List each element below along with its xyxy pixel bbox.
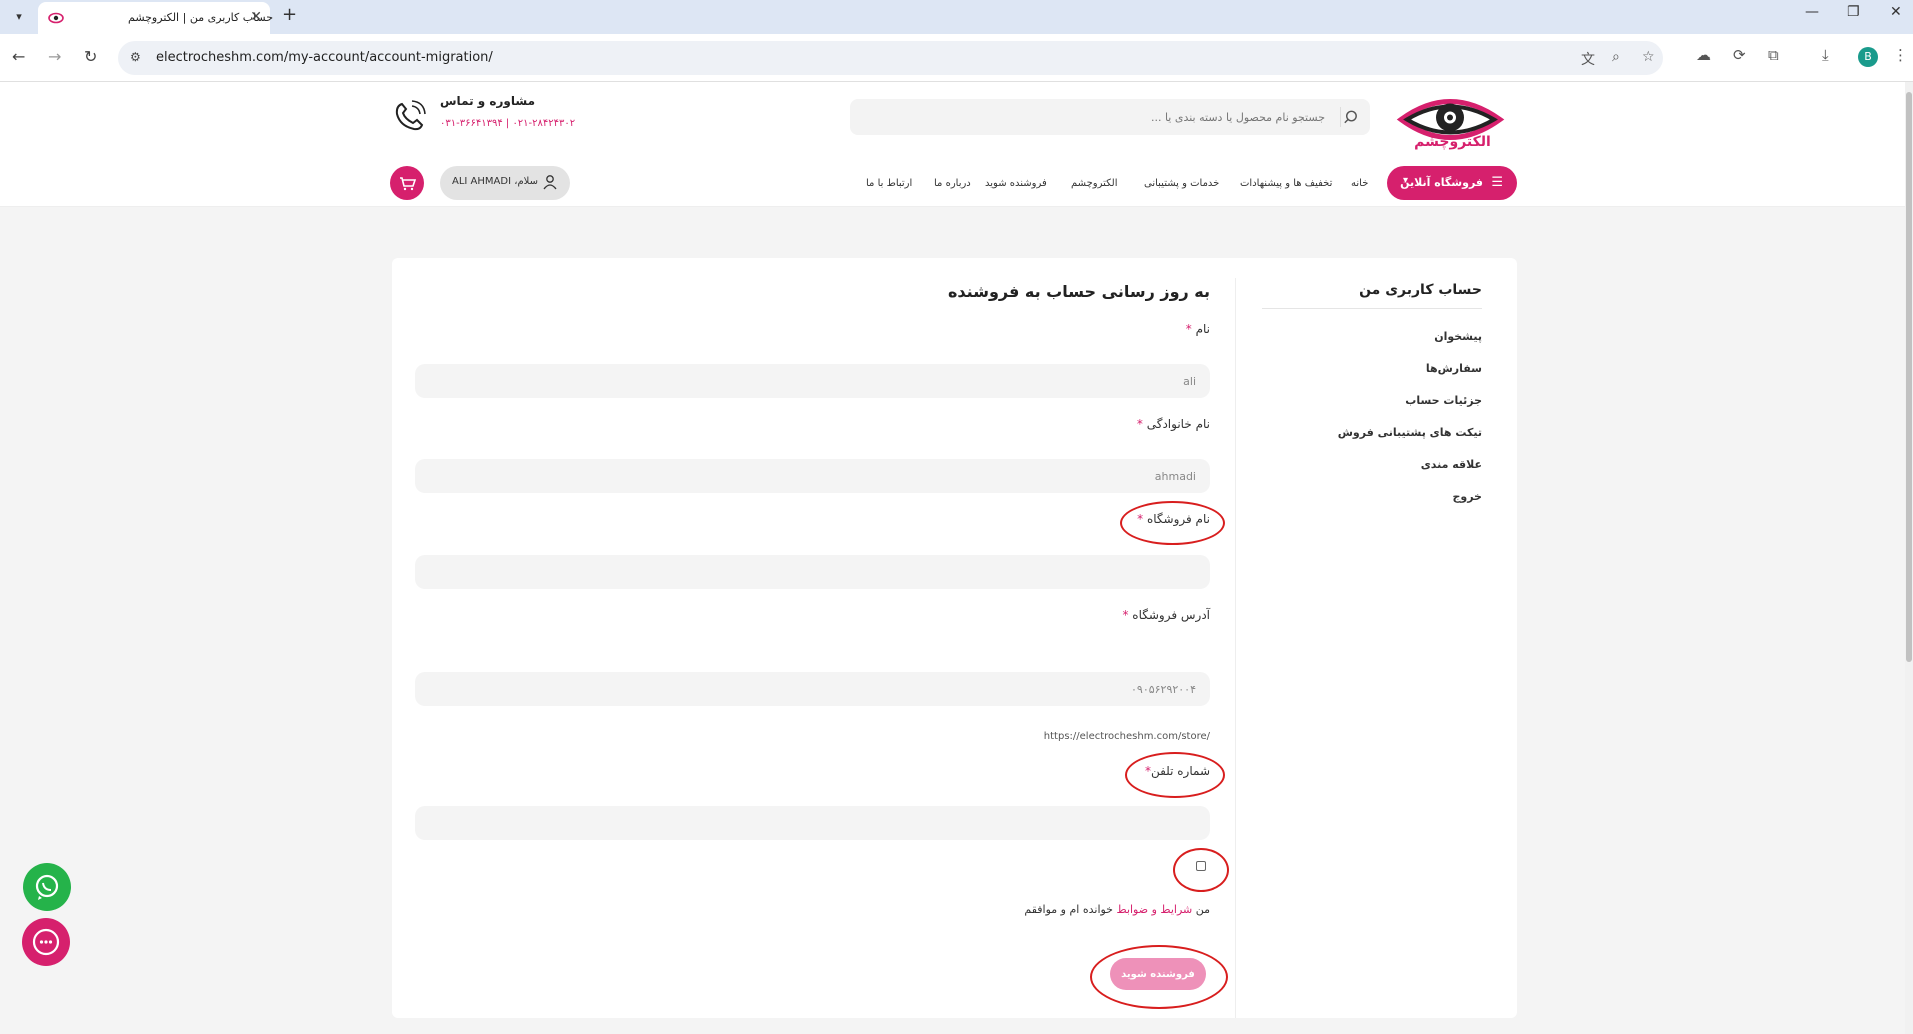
first-name-field[interactable]: [415, 364, 1210, 398]
extension-cloud-icon[interactable]: ☁: [1696, 46, 1711, 64]
logo-text: الکتروچشم: [1414, 134, 1491, 150]
download-icon[interactable]: ⤓: [1822, 46, 1829, 64]
nav-contact[interactable]: ارتباط با ما: [866, 178, 912, 189]
translate-icon[interactable]: 文: [1581, 49, 1595, 69]
sidebar-item-wishlist[interactable]: علاقه مندی: [1421, 458, 1482, 471]
site-header: الکتروچشم مشاوره و تماس ۰۲۱-۲۸۴۲۴۳۰۲ | ۰…: [0, 82, 1913, 207]
cart-icon: [400, 177, 417, 191]
cart-button[interactable]: [390, 166, 424, 200]
menu-kebab-icon[interactable]: ⋮: [1893, 46, 1908, 64]
last-name-field[interactable]: [415, 459, 1210, 493]
site-info-icon[interactable]: ⚙: [130, 50, 141, 64]
browser-toolbar: ← → ↻ ⚙ electrocheshm.com/my-account/acc…: [0, 34, 1913, 82]
sidebar-divider: [1262, 308, 1482, 309]
search-icon[interactable]: [1340, 107, 1360, 127]
new-tab-plus-icon[interactable]: +: [282, 4, 297, 25]
column-divider: [1235, 278, 1236, 1018]
chevron-down-icon: ▾: [1403, 175, 1409, 186]
whatsapp-button[interactable]: [23, 863, 71, 911]
back-arrow-icon[interactable]: ←: [12, 47, 25, 66]
sidebar-item-account-details[interactable]: جزئیات حساب: [1405, 394, 1482, 407]
nav-become-seller[interactable]: فروشنده شوید: [985, 178, 1047, 189]
hamburger-icon: ☰: [1491, 175, 1503, 190]
profile-avatar[interactable]: B: [1858, 47, 1878, 67]
user-account-button[interactable]: سلام، ALI AHMADI: [440, 166, 570, 200]
scrollbar-thumb[interactable]: [1906, 92, 1912, 662]
terms-link[interactable]: شرایط و ضوابط: [1117, 903, 1193, 916]
phone-field[interactable]: [415, 806, 1210, 840]
page-scrollbar[interactable]: [1905, 82, 1913, 1034]
contact-phone[interactable]: ۰۲۱-۲۸۴۲۴۳۰۲ | ۰۳۱-۳۶۶۴۱۳۹۴: [440, 118, 575, 129]
sidebar-item-logout[interactable]: خروج: [1452, 490, 1482, 503]
sidebar-title: حساب کاربری من: [1359, 282, 1482, 298]
nav-electrocheshm[interactable]: الکتروچشم: [1071, 178, 1117, 189]
search-input[interactable]: [875, 99, 1325, 135]
shop-name-field[interactable]: [415, 555, 1210, 589]
browser-tab-bar: ▾ حساب کاربری من | الکتروچشم ✕ + — ❐ ✕: [0, 0, 1913, 34]
nav-services[interactable]: خدمات و پشتیبانی: [1144, 178, 1219, 189]
minimize-icon[interactable]: —: [1805, 4, 1819, 20]
annotation-circle: [1173, 848, 1229, 892]
shop-url-hint: https://electrocheshm.com/store/: [1043, 731, 1210, 742]
bookmark-star-icon[interactable]: ☆: [1642, 49, 1655, 65]
chat-bubble-icon: [32, 928, 60, 956]
terms-text: من شرایط و ضوابط خوانده ام و موافقم: [1024, 903, 1210, 916]
contact-title: مشاوره و تماس: [440, 94, 536, 108]
sidebar-item-dashboard[interactable]: پیشخوان: [1434, 330, 1482, 343]
extension-sync-icon[interactable]: ⟳: [1733, 46, 1746, 64]
url-text[interactable]: electrocheshm.com/my-account/account-mig…: [156, 50, 493, 65]
first-name-label: نام *: [1185, 322, 1210, 336]
nav-about[interactable]: درباره ما: [934, 178, 971, 189]
extensions-puzzle-icon[interactable]: ⧉: [1768, 46, 1779, 64]
browser-tab[interactable]: حساب کاربری من | الکتروچشم ✕: [38, 2, 273, 34]
close-window-icon[interactable]: ✕: [1890, 4, 1902, 20]
form-title: به روز رسانی حساب به فروشنده: [947, 282, 1210, 301]
zoom-icon[interactable]: ⌕: [1612, 49, 1620, 65]
address-bar[interactable]: ⚙ electrocheshm.com/my-account/account-m…: [118, 41, 1663, 75]
annotation-circle: [1090, 945, 1228, 1009]
user-icon: [543, 175, 557, 190]
shop-address-field[interactable]: [415, 672, 1210, 706]
restore-icon[interactable]: ❐: [1847, 4, 1860, 20]
tab-close-icon[interactable]: ✕: [250, 9, 262, 25]
phone-icon: [395, 100, 426, 131]
online-store-menu-button[interactable]: ☰ فروشگاه آنلاین ▾: [1387, 166, 1517, 200]
annotation-circle: [1125, 752, 1225, 798]
eye-favicon-icon: [48, 12, 64, 24]
last-name-label: نام خانوادگی *: [1136, 417, 1210, 431]
online-store-label: فروشگاه آنلاین: [1400, 176, 1483, 189]
nav-discounts[interactable]: تخفیف ها و پیشنهادات: [1240, 178, 1332, 189]
user-greeting: سلام، ALI AHMADI: [452, 176, 538, 187]
sidebar-item-orders[interactable]: سفارش‌ها: [1426, 362, 1482, 375]
annotation-circle: [1120, 501, 1225, 545]
shop-address-label: آدرس فروشگاه *: [1122, 608, 1210, 622]
chat-button[interactable]: [22, 918, 70, 966]
sidebar-item-support-tickets[interactable]: تیکت های پشتیبانی فروش: [1338, 426, 1482, 439]
whatsapp-icon: [35, 874, 59, 900]
reload-icon[interactable]: ↻: [84, 47, 97, 66]
account-card: حساب کاربری من پیشخوان سفارش‌ها جزئیات ح…: [392, 258, 1517, 1018]
nav-home[interactable]: خانه: [1351, 178, 1368, 189]
tab-list-chevron-icon[interactable]: ▾: [8, 6, 30, 28]
forward-arrow-icon[interactable]: →: [48, 47, 61, 66]
search-box: [850, 99, 1370, 135]
